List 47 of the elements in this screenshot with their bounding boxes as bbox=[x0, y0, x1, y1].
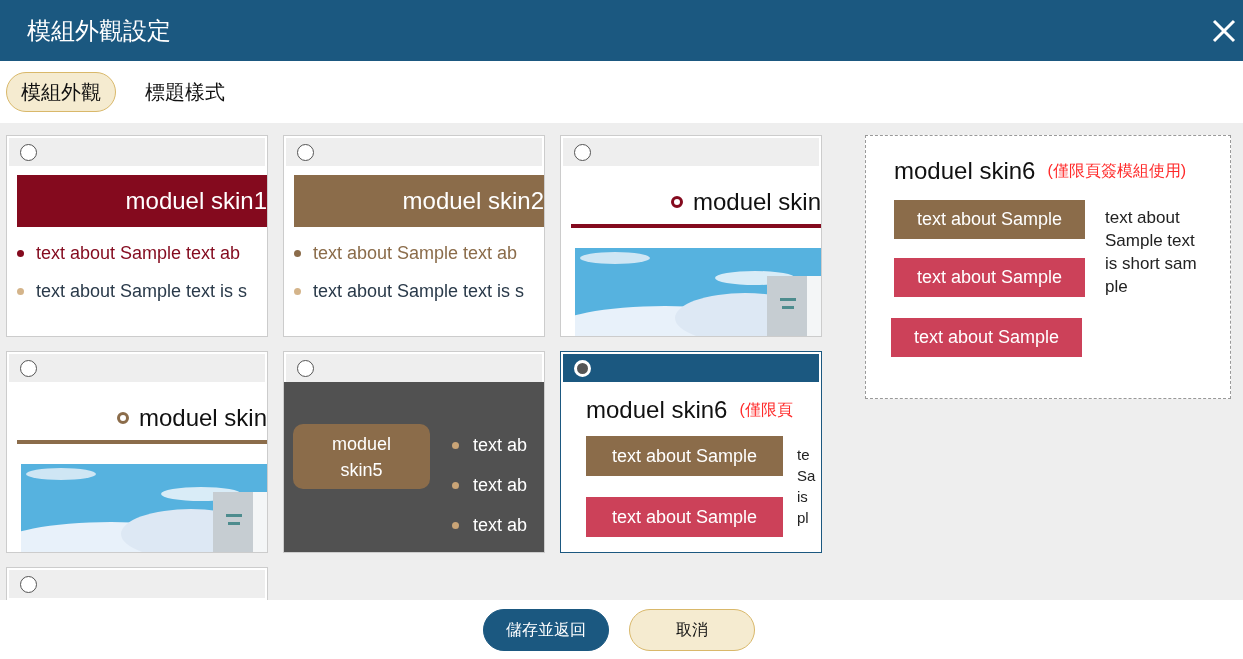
save-button[interactable]: 儲存並返回 bbox=[482, 608, 609, 651]
sample-button: text about Sample bbox=[586, 497, 783, 537]
skin-title: moduel skin6 bbox=[894, 156, 1036, 186]
tab[interactable]: 標題樣式 bbox=[130, 72, 240, 112]
sample-text: text about Sample text is s bbox=[313, 279, 525, 303]
radio-button[interactable] bbox=[20, 575, 37, 593]
ring-icon bbox=[116, 412, 129, 424]
sample-text: text about Sample text ab bbox=[36, 241, 241, 265]
skin-title-bar: moduel skin2 bbox=[294, 175, 544, 227]
skin-card[interactable]: moduel skin5 text ab text ab text ab bbox=[283, 351, 545, 553]
sample-text: text ab bbox=[473, 433, 528, 457]
sample-text: text about Sample text ab bbox=[313, 241, 518, 265]
skin-card[interactable]: moduel skin2 text about Sample text ab text about Sample text is s bbox=[283, 135, 545, 337]
sample-text: text ab bbox=[473, 513, 528, 537]
usage-note: (僅限頁 bbox=[739, 400, 793, 420]
radio-button[interactable] bbox=[297, 359, 314, 377]
bullet-icon bbox=[452, 521, 459, 529]
skin-card[interactable]: moduel skin6 (僅限頁 text about Sample text about Sample te Sa is pl bbox=[560, 351, 822, 553]
ring-icon bbox=[670, 196, 683, 208]
skin-title-box: moduel skin5 bbox=[293, 424, 430, 489]
window-title: 模組外觀設定 bbox=[27, 15, 171, 46]
sample-text: text about Sample text is short sam ple bbox=[1105, 207, 1198, 298]
skin-title: moduel skin bbox=[138, 403, 267, 433]
bullet-icon bbox=[452, 441, 459, 449]
bullet-icon bbox=[294, 287, 301, 295]
radio-button[interactable] bbox=[297, 143, 314, 161]
sample-button: text about Sample bbox=[586, 436, 783, 476]
skin-title: moduel skin bbox=[692, 187, 821, 217]
tab[interactable]: 模組外觀 bbox=[6, 72, 116, 112]
usage-note: (僅限頁簽模組使用) bbox=[1047, 161, 1187, 181]
skin-card[interactable]: moduel skin1 text about Sample text ab text about Sample text is s bbox=[6, 135, 268, 337]
bullet-icon bbox=[294, 249, 301, 257]
close-icon[interactable] bbox=[1212, 18, 1236, 43]
sample-text: text ab bbox=[473, 473, 528, 497]
skin-card[interactable]: moduel skin bbox=[560, 135, 822, 337]
skin-title-bar: moduel skin1 bbox=[17, 175, 267, 227]
radio-button[interactable] bbox=[574, 143, 591, 161]
skin-card[interactable]: moduel skin bbox=[6, 351, 268, 553]
bullet-icon bbox=[17, 249, 24, 257]
radio-button[interactable] bbox=[20, 143, 37, 161]
bullet-icon bbox=[452, 481, 459, 489]
skin-title: moduel skin6 bbox=[586, 395, 728, 425]
sample-text: te Sa is pl bbox=[797, 445, 817, 528]
cancel-button[interactable]: 取消 bbox=[628, 608, 755, 651]
sample-text: text about Sample text is s bbox=[36, 279, 248, 303]
radio-button[interactable] bbox=[20, 359, 37, 377]
bullet-icon bbox=[17, 287, 24, 295]
